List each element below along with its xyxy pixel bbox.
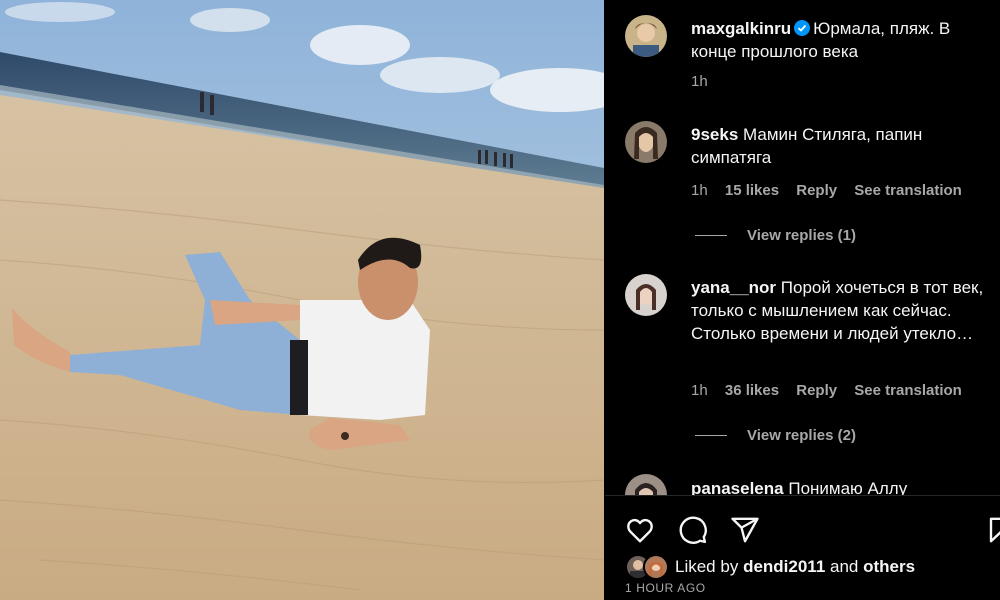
liked-prefix: Liked by <box>675 557 739 576</box>
comment-username[interactable]: 9seks <box>691 125 738 144</box>
liked-user[interactable]: dendi2011 <box>743 557 825 577</box>
replies-divider <box>695 435 727 436</box>
view-replies-label: View replies (1) <box>747 227 856 244</box>
see-translation-link[interactable]: See translation <box>854 182 962 199</box>
liked-by[interactable]: Liked by dendi2011 and others <box>625 554 915 580</box>
comment-avatar[interactable] <box>625 121 667 163</box>
action-bar: Liked by dendi2011 and others 1 HOUR AGO <box>605 495 1000 600</box>
view-replies-label: View replies (2) <box>747 427 856 444</box>
replies-divider <box>695 235 727 236</box>
author-avatar[interactable] <box>625 15 667 57</box>
comment-time: 1h <box>691 182 708 199</box>
comment-icon[interactable] <box>678 515 708 545</box>
comment-likes[interactable]: 36 likes <box>725 382 779 399</box>
post-time: 1h <box>691 73 708 90</box>
bookmark-icon[interactable] <box>986 515 1000 545</box>
view-replies-button[interactable]: View replies (2) <box>695 427 856 444</box>
author-username[interactable]: maxgalkinru <box>691 19 791 38</box>
comment-time: 1h <box>691 382 708 399</box>
post-photo[interactable] <box>0 0 604 600</box>
liker-avatar <box>643 554 669 580</box>
reply-button[interactable]: Reply <box>796 382 837 399</box>
reply-button[interactable]: Reply <box>796 182 837 199</box>
comment-2: yana__nor Порой хочеться в тот век, толь… <box>691 276 986 345</box>
comment-username[interactable]: yana__nor <box>691 278 776 297</box>
heart-icon[interactable] <box>625 515 655 545</box>
comment-1-meta: 1h 15 likes Reply See translation <box>691 182 975 199</box>
comment-2-meta: 1h 36 likes Reply See translation <box>691 382 975 399</box>
liked-others[interactable]: others <box>863 557 915 577</box>
comment-1: 9seks Мамин Стиляга, папин симпатяга <box>691 123 986 169</box>
share-icon[interactable] <box>730 515 760 545</box>
comment-likes[interactable]: 15 likes <box>725 182 779 199</box>
verified-badge-icon <box>794 20 811 36</box>
comment-avatar[interactable] <box>625 274 667 316</box>
post-time-ago: 1 HOUR AGO <box>625 581 706 595</box>
post-caption: maxgalkinru Юрмала, пляж. В конце прошлог… <box>691 17 986 63</box>
view-replies-button[interactable]: View replies (1) <box>695 227 856 244</box>
see-translation-link[interactable]: See translation <box>854 382 962 399</box>
comments-panel: maxgalkinru Юрмала, пляж. В конце прошлог… <box>605 0 1000 600</box>
liked-and: and <box>830 557 859 576</box>
post-meta: 1h <box>691 73 721 90</box>
